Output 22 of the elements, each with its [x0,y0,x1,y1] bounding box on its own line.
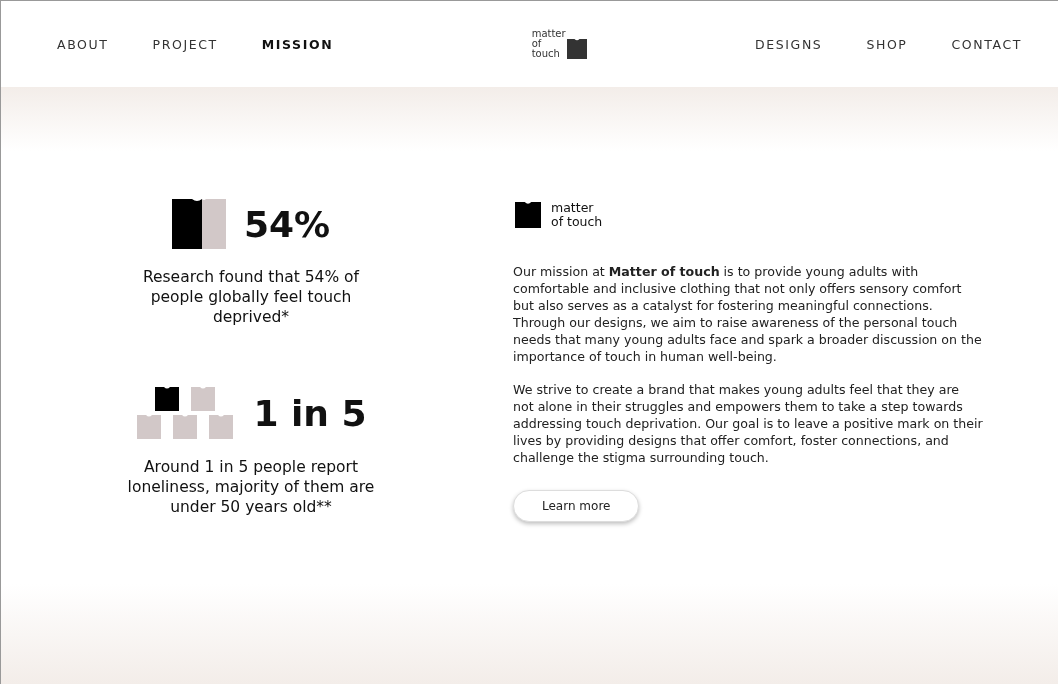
people-icon [135,387,236,439]
mission-paragraph: Our mission at Matter of touch is to provide young adults with comfortable and inclusive clothing that not only offers sensory comfort but also serves as a catalyst for fostering meaningful connections. Through our designs, we aim to raise awareness of the personal touch needs that many young adults face and spark a broader discussion on the importance of touch in human well-being. [513,263,983,365]
nav-link[interactable]: DESIGNS [755,36,823,52]
mission-paragraph: We strive to create a brand that makes young adults feel that they are not alone in their struggles and empowers them to take a step towards addressing touch deprivation. Our goal is to leave a positive mark on their lives by providing designs that offer comfort, foster connections, and challenge the stigma surrounding touch. [513,381,983,466]
nav-link[interactable]: ABOUT [57,36,109,52]
logo-icon [513,202,543,228]
nav-link[interactable]: PROJECT [152,36,218,52]
logo-text: matter [531,29,566,39]
nav-link[interactable]: SHOP [866,36,908,52]
nav-link[interactable]: MISSION [261,36,334,52]
logo-text: of [531,39,543,49]
logo-icon [566,39,587,59]
learn-more-button[interactable]: Learn more [513,490,640,522]
brand-text: matter [551,201,595,215]
stat-text: Around 1 in 5 people report loneliness, majority of them are under 50 years old** [126,457,376,517]
shirt-icon [171,199,226,249]
nav-link[interactable]: CONTACT [951,36,1022,52]
logo-text: touch [531,49,561,59]
brand-text: of touch [551,215,603,229]
stat-text: Research found that 54% of people globally feel touch deprived* [141,267,361,327]
stat-value: 54% [243,203,331,245]
stat-value: 1 in 5 [253,392,367,434]
